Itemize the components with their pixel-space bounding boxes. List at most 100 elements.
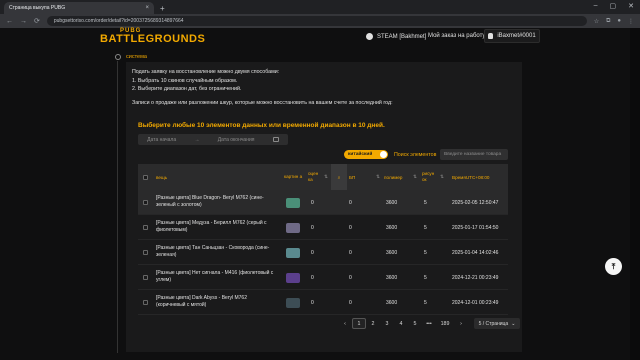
date-end-field[interactable]: Дата окончания: [218, 137, 255, 143]
item-name-text: углем): [156, 277, 172, 283]
search-column-icon[interactable]: ⌕: [331, 164, 347, 190]
pubg-logo[interactable]: PUBG BATTLEGROUNDS: [100, 28, 206, 45]
rating-value-text: 0: [311, 224, 314, 231]
polymer-value: 3600: [386, 215, 397, 240]
next-page-button[interactable]: ›: [454, 318, 468, 329]
page-button[interactable]: 5: [408, 318, 422, 329]
row-checkbox[interactable]: [143, 240, 148, 265]
sort-icon[interactable]: ⇅: [411, 164, 417, 190]
col-bp[interactable]: БП: [349, 164, 355, 190]
item-name-text: [Разные цвета] Нет сигнала - M416 (фиоле…: [156, 270, 274, 276]
profile-icon[interactable]: ●: [617, 18, 621, 25]
checkbox-icon[interactable]: [143, 250, 148, 255]
star-icon[interactable]: ☆: [594, 18, 599, 25]
user-menu-button[interactable]: iBaxmet#0001: [484, 29, 540, 43]
sort-icon[interactable]: ⇅: [374, 164, 380, 190]
logo-main: BATTLEGROUNDS: [100, 33, 206, 45]
drawing-value: 5: [424, 290, 427, 315]
rating-value-text: 0: [311, 299, 314, 306]
page-ellipsis[interactable]: •••: [422, 318, 436, 329]
prev-page-button[interactable]: ‹: [338, 318, 352, 329]
col-polymer[interactable]: полимер: [384, 164, 402, 190]
row-checkbox[interactable]: [143, 190, 148, 215]
col-drawing[interactable]: рисун ок: [422, 164, 438, 190]
polymer-value-text: 3600: [386, 224, 398, 231]
table-header: вещь картин а оцен ка ⇅ ⌕ БП ⇅ полимер ⇅…: [138, 164, 508, 190]
close-window-icon[interactable]: ✕: [628, 2, 634, 10]
rating-value: 0: [311, 190, 314, 215]
browser-chrome: Страница выкупа PUBG × + – ▢ ✕ ← → ⟳ pub…: [0, 0, 640, 28]
steam-account[interactable]: STEAM [Bakhmet]: [366, 33, 426, 40]
table-row[interactable]: [Разные цвета] Тан Саньцзан - Сковорода …: [138, 240, 508, 265]
polymer-value-text: 3600: [386, 199, 398, 206]
table-row[interactable]: [Разные цвета] Dark Abyss - Beryl M762 (к…: [138, 290, 508, 315]
row-checkbox[interactable]: [143, 265, 148, 290]
reload-icon[interactable]: ⟳: [34, 17, 40, 25]
checkbox-icon[interactable]: [143, 200, 148, 205]
page-button[interactable]: 1: [352, 318, 366, 329]
sort-icon[interactable]: ⇅: [438, 164, 444, 190]
tab-title: Страница выкупа PUBG: [9, 5, 66, 11]
sort-icon[interactable]: ⇅: [322, 164, 328, 190]
select-all-checkbox[interactable]: [143, 164, 148, 190]
scroll-to-top-button[interactable]: ⤒: [605, 258, 622, 275]
skin-thumbnail: [286, 197, 300, 208]
bp-value-text: 0: [349, 224, 352, 231]
date-range-picker[interactable]: Дата начала → Дата окончания: [138, 134, 288, 145]
polymer-value: 3600: [386, 265, 397, 290]
row-checkbox[interactable]: [143, 215, 148, 240]
checkbox-icon[interactable]: [143, 225, 148, 230]
new-tab-button[interactable]: +: [160, 4, 165, 13]
menu-icon[interactable]: ⋮: [628, 18, 634, 25]
time-value-text: 2025-01-17 01:54:50: [452, 224, 499, 231]
browser-tab[interactable]: Страница выкупа PUBG ×: [4, 2, 154, 14]
col-time[interactable]: ВремяUTC+08:00: [452, 164, 489, 190]
intro-line: 2. Выберите диапазон дат, без ограничени…: [132, 86, 242, 93]
last-page-button[interactable]: 189: [436, 318, 454, 329]
minimize-icon[interactable]: –: [594, 2, 598, 10]
polymer-value: 3600: [386, 240, 397, 265]
back-icon[interactable]: ←: [6, 18, 13, 25]
item-name: [Разные цвета] Тан Саньцзан - Сковорода …: [156, 240, 280, 265]
window-controls: – ▢ ✕: [594, 2, 634, 10]
close-tab-icon[interactable]: ×: [145, 5, 149, 11]
bp-value: 0: [349, 190, 352, 215]
item-search-input[interactable]: Введите название товара: [440, 149, 508, 160]
polymer-value: 3600: [386, 190, 397, 215]
filter-title: Выберите любые 10 элементов данных или в…: [138, 122, 385, 129]
item-picture: [286, 240, 300, 265]
table-row[interactable]: [Разные цвета] Blue Dragon- Beryl M762 (…: [138, 190, 508, 215]
records-hint: Записи о продаже или разложении шкур, ко…: [132, 100, 393, 106]
language-toggle[interactable]: китайский: [344, 150, 388, 159]
col-picture: картин а: [284, 174, 303, 179]
chevron-down-icon: ⌄: [511, 320, 516, 327]
my-order-link[interactable]: Мой заказ на работу: [428, 33, 485, 39]
skin-thumbnail: [286, 272, 300, 283]
bp-value: 0: [349, 215, 352, 240]
rating-value: 0: [311, 265, 314, 290]
steam-label: STEAM [Bakhmet]: [377, 33, 427, 40]
table-row[interactable]: [Разные цвета] Нет сигнала - M416 (фиоле…: [138, 265, 508, 290]
toggle-label: китайский: [348, 152, 373, 157]
page-button[interactable]: 4: [394, 318, 408, 329]
time-value-text: 2025-01-04 14:02:46: [452, 249, 499, 256]
row-checkbox[interactable]: [143, 290, 148, 315]
item-picture: [286, 290, 300, 315]
checkbox-icon[interactable]: [143, 275, 148, 280]
page-button[interactable]: 3: [380, 318, 394, 329]
item-name-text: [Разные цвета] Dark Abyss - Beryl M762: [156, 295, 247, 301]
date-start-field[interactable]: Дата начала: [147, 137, 176, 143]
forward-icon[interactable]: →: [20, 18, 27, 25]
checkbox-icon[interactable]: [143, 300, 148, 305]
table-row[interactable]: [Разные цвета] Медуза - Берилл M762 (сер…: [138, 215, 508, 240]
maximize-icon[interactable]: ▢: [610, 2, 617, 10]
user-label: iBaxmet#0001: [497, 33, 536, 39]
steam-icon: [366, 33, 373, 40]
search-mode-label: Поиск элементов: [394, 152, 437, 158]
extensions-icon[interactable]: ⧉: [606, 18, 610, 25]
page-button[interactable]: 2: [366, 318, 380, 329]
checkbox-icon[interactable]: [143, 174, 148, 180]
page-size-select[interactable]: 5 / Страница ⌄: [474, 318, 520, 329]
url-field[interactable]: pubgsettoriso.com/order/detail?id=200372…: [46, 16, 587, 26]
timeline-dot-icon: [115, 54, 121, 60]
